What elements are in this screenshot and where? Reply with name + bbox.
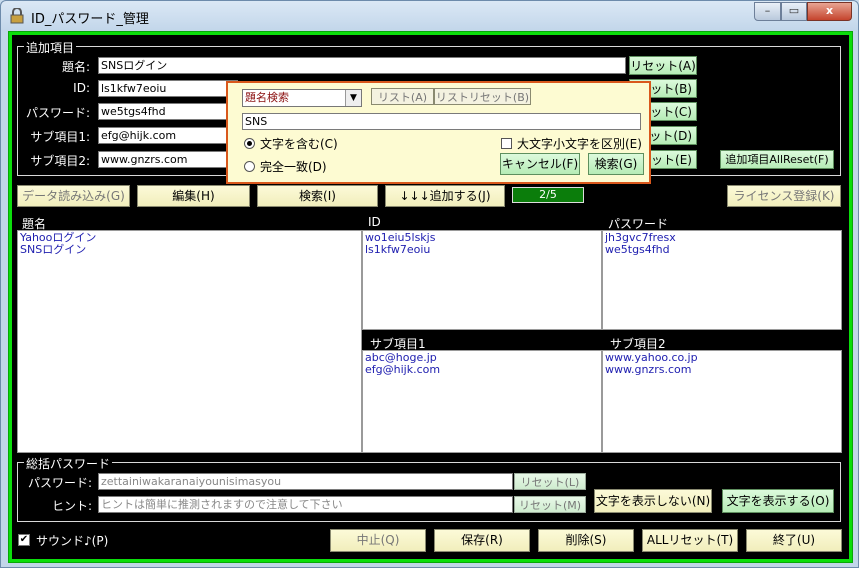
list-item[interactable]: efg@hijk.com	[365, 364, 599, 376]
load-data-button[interactable]: データ読み込み(G)	[17, 185, 130, 207]
list-item[interactable]: ls1kfw7eoiu	[365, 244, 599, 256]
column-header-id: ID	[368, 215, 381, 229]
search-mode-select[interactable]: 題名検索 ▼	[242, 89, 362, 107]
reset-master-password-button[interactable]: リセット(L)	[514, 473, 586, 490]
master-password-input[interactable]: zettainiwakaranaiyounisimasyou	[98, 473, 513, 490]
sub1-label: サブ項目1:	[30, 130, 90, 144]
master-password-group-title: 総括パスワード	[24, 455, 113, 472]
lock-icon	[10, 8, 24, 24]
case-sensitive-label: 大文字小文字を区別(E)	[517, 137, 642, 151]
sound-label: サウンド♪(P)	[36, 534, 109, 548]
sub2-label: サブ項目2:	[30, 154, 90, 168]
search-mode-value: 題名検索	[245, 91, 289, 104]
list-item[interactable]: SNSログイン	[20, 244, 359, 256]
sub1-input[interactable]: efg@hijk.com	[98, 127, 238, 144]
add-items-group-title: 追加項目	[24, 39, 77, 56]
sub2-input[interactable]: www.gnzrs.com	[98, 151, 238, 168]
sound-checkbox[interactable]: ✔	[18, 534, 30, 546]
reset-hint-button[interactable]: リセット(M)	[514, 496, 586, 513]
edit-button[interactable]: 編集(H)	[137, 185, 250, 207]
exact-match-label: 完全一致(D)	[260, 160, 327, 174]
delete-button[interactable]: 削除(S)	[538, 529, 634, 552]
password-input[interactable]: we5tgs4fhd	[98, 103, 238, 120]
master-password-label: パスワード:	[27, 476, 92, 490]
license-button[interactable]: ライセンス登録(K)	[727, 185, 841, 207]
minimize-button[interactable]: –	[754, 2, 781, 21]
sub1-list[interactable]: abc@hoge.jp efg@hijk.com	[362, 350, 602, 453]
contains-label: 文字を含む(C)	[260, 137, 338, 151]
id-list[interactable]: wo1eiu5lskjs ls1kfw7eoiu	[362, 230, 602, 330]
title-label: 題名:	[61, 60, 90, 74]
list-item[interactable]: www.gnzrs.com	[605, 364, 839, 376]
save-button[interactable]: 保存(R)	[434, 529, 530, 552]
title-list[interactable]: Yahooログイン SNSログイン	[17, 230, 362, 453]
exact-match-radio[interactable]	[244, 161, 255, 172]
password-label: パスワード:	[25, 106, 90, 120]
contains-radio[interactable]	[244, 138, 255, 149]
hint-label: ヒント:	[51, 499, 92, 513]
title-input[interactable]: SNSログイン	[98, 57, 626, 74]
all-reset-button[interactable]: ALLリセット(T)	[642, 529, 738, 552]
master-password-group	[17, 462, 841, 522]
maximize-button[interactable]: ▭	[781, 2, 807, 21]
add-items-allreset-button[interactable]: 追加項目AllReset(F)	[720, 150, 834, 169]
popup-cancel-button[interactable]: キャンセル(F)	[500, 153, 580, 175]
window-title: ID_パスワード_管理	[31, 12, 149, 27]
search-query-input[interactable]: SNS	[242, 113, 641, 130]
case-sensitive-checkbox[interactable]	[501, 138, 512, 149]
list-item[interactable]: we5tgs4fhd	[605, 244, 839, 256]
title-bar[interactable]: ID_パスワード_管理 – ▭ x	[1, 1, 858, 31]
record-counter: 2/5	[512, 187, 584, 203]
reset-title-button[interactable]: リセット(A)	[629, 56, 697, 75]
exit-button[interactable]: 終了(U)	[746, 529, 842, 552]
id-input[interactable]: ls1kfw7eoiu	[98, 80, 238, 97]
list-reset-button[interactable]: リストリセット(B)	[434, 88, 531, 105]
hint-input[interactable]: ヒントは簡単に推測されますので注意して下さい	[98, 496, 513, 513]
list-button[interactable]: リスト(A)	[371, 88, 434, 105]
chevron-down-icon[interactable]: ▼	[345, 90, 361, 106]
search-button[interactable]: 検索(I)	[257, 185, 378, 207]
hide-text-button[interactable]: 文字を表示しない(N)	[594, 489, 712, 513]
password-list[interactable]: jh3gvc7fresx we5tgs4fhd	[602, 230, 842, 330]
stop-button[interactable]: 中止(Q)	[330, 529, 426, 552]
popup-search-button[interactable]: 検索(G)	[588, 153, 644, 175]
close-button[interactable]: x	[807, 2, 852, 21]
id-label: ID:	[73, 81, 90, 95]
search-popup: 題名検索 ▼ リスト(A) リストリセット(B) SNS 文字を含む(C) 大文…	[226, 81, 651, 184]
add-entry-button[interactable]: ↓↓↓追加する(J)	[385, 185, 505, 207]
show-text-button[interactable]: 文字を表示する(O)	[722, 489, 834, 513]
sub2-list[interactable]: www.yahoo.co.jp www.gnzrs.com	[602, 350, 842, 453]
app-window: ID_パスワード_管理 – ▭ x 追加項目 題名: SNSログイン リセット(…	[0, 0, 859, 568]
